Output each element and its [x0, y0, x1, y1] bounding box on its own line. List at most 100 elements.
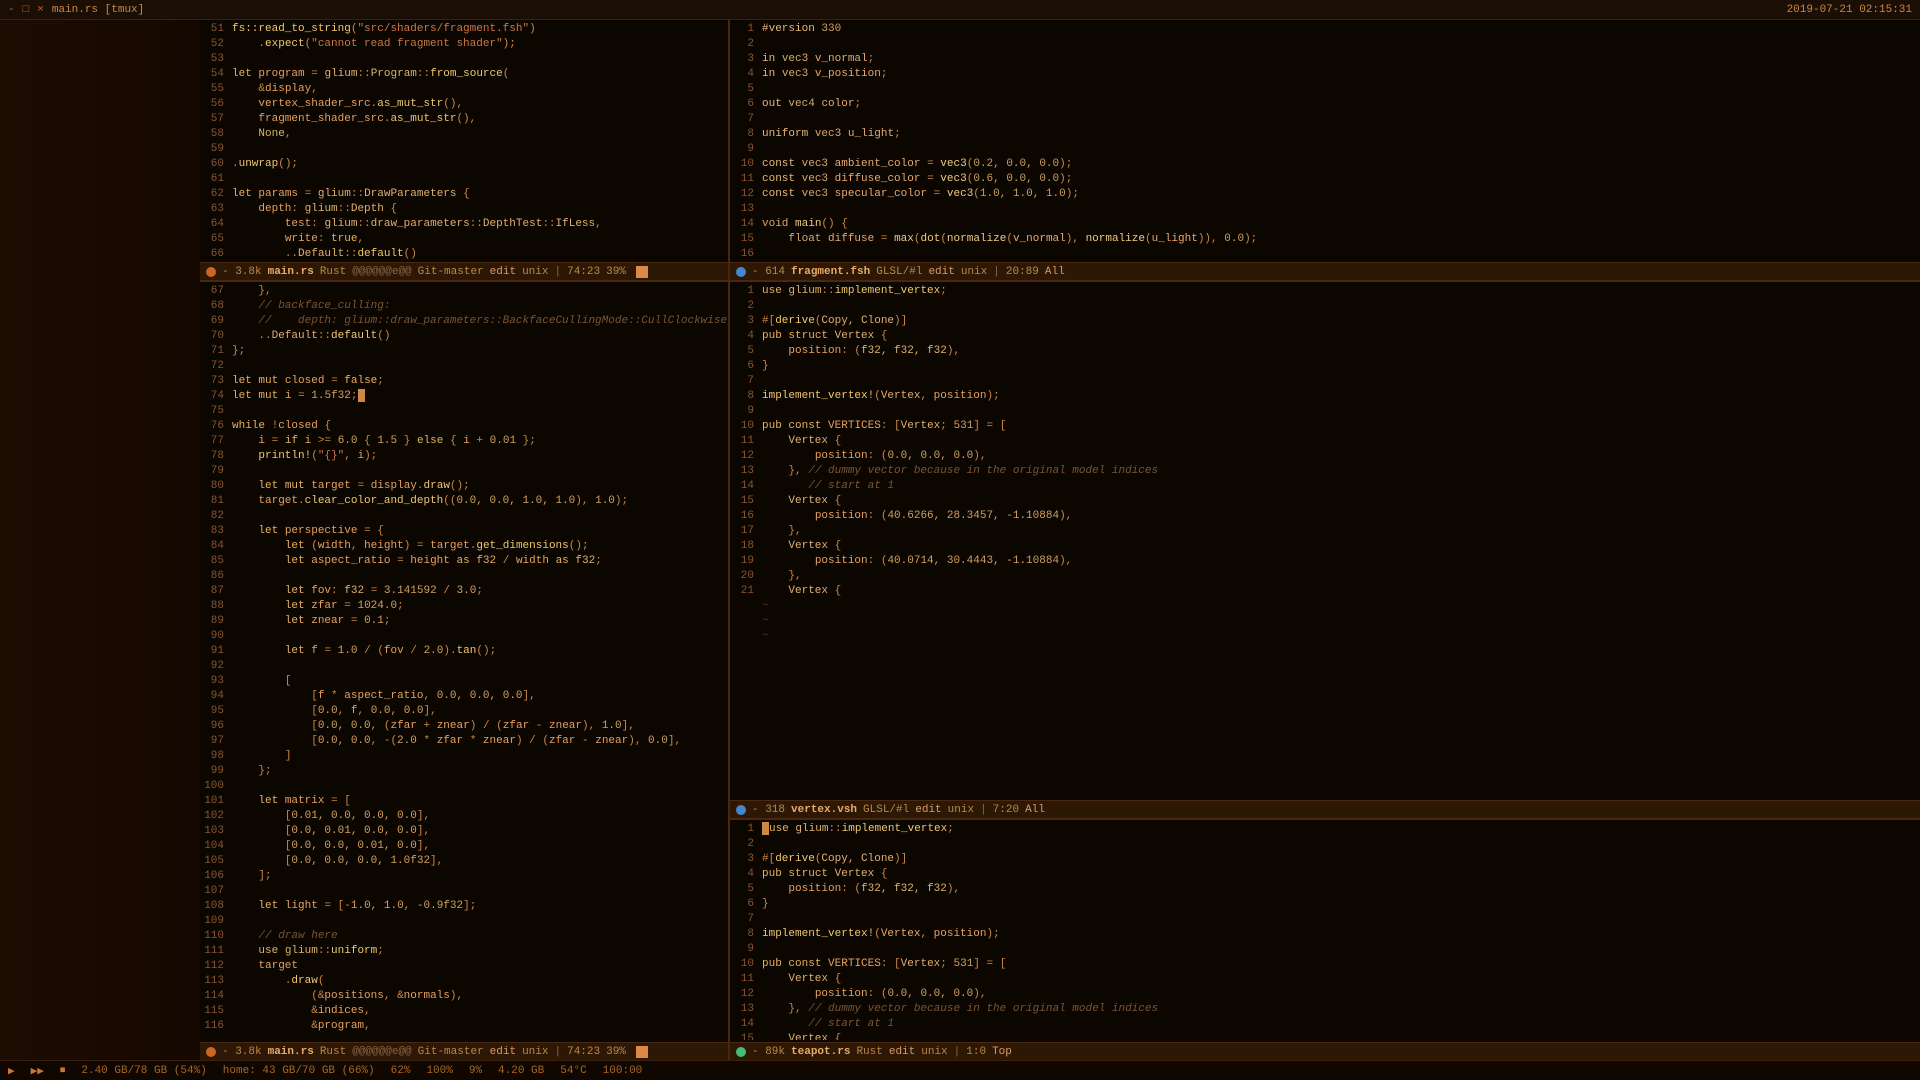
- code-line: 87 let fov: f32 = 3.141592 / 3.0;: [200, 584, 728, 599]
- code-teapot[interactable]: 1use glium::implement_vertex; 2 3#[deriv…: [730, 820, 1920, 1042]
- code-main-rs-bottom[interactable]: 67 }, 68 // backface_culling: 69 // dept…: [200, 282, 728, 1042]
- code-line: 20 },: [730, 569, 1920, 584]
- code-line: 2: [730, 299, 1920, 314]
- code-line: 58 None,: [200, 127, 728, 142]
- code-line: 12 position: (0.0, 0.0, 0.0),: [730, 987, 1920, 1002]
- branch: Git-master: [418, 266, 484, 278]
- code-line: 76while !closed {: [200, 419, 728, 434]
- play-button[interactable]: ▶: [8, 1064, 15, 1078]
- window-statusbar: ▶ ▶▶ ⏹ 2.40 GB/78 GB (54%) home: 43 GB/7…: [0, 1060, 1920, 1080]
- code-line: 112 target: [200, 959, 728, 974]
- scroll-pct: 39%: [606, 1046, 626, 1058]
- code-line: 104 [0.0, 0.0, 0.01, 0.0],: [200, 839, 728, 854]
- code-line: 54let program = glium::Program::from_sou…: [200, 67, 728, 82]
- code-line: 19 position: (40.0714, 30.4443, -1.10884…: [730, 554, 1920, 569]
- code-line: 60.unwrap();: [200, 157, 728, 172]
- code-line: 91 let f = 1.0 / (fov / 2.0).tan();: [200, 644, 728, 659]
- code-main-rs[interactable]: 51fs::read_to_string("src/shaders/fragme…: [200, 20, 728, 262]
- code-line: 17 },: [730, 524, 1920, 539]
- code-line: 15 Vertex {: [730, 494, 1920, 509]
- close-button[interactable]: ×: [37, 4, 44, 16]
- code-line: 92: [200, 659, 728, 674]
- flags: @@@@@@e@@: [352, 1046, 411, 1058]
- code-line: 4pub struct Vertex {: [730, 867, 1920, 882]
- line-count: - 3.8k: [222, 266, 262, 278]
- position: 7:20: [993, 804, 1019, 816]
- code-line: 111 use glium::uniform;: [200, 944, 728, 959]
- code-line: 52 .expect("cannot read fragment shader"…: [200, 37, 728, 52]
- all-label: All: [1045, 266, 1065, 278]
- code-line: 73let mut closed = false;: [200, 374, 728, 389]
- code-line: 18 Vertex {: [730, 539, 1920, 554]
- filename: teapot.rs: [791, 1046, 850, 1058]
- pane-main-rs: 51fs::read_to_string("src/shaders/fragme…: [200, 20, 730, 280]
- code-line: 12 position: (0.0, 0.0, 0.0),: [730, 449, 1920, 464]
- mode: edit: [928, 266, 954, 278]
- sidebar: [0, 20, 200, 1060]
- code-line: 72: [200, 359, 728, 374]
- skip-button[interactable]: ▶▶: [31, 1064, 44, 1078]
- code-vertex[interactable]: 1use glium::implement_vertex; 2 3#[deriv…: [730, 282, 1920, 800]
- statusbar-fragment-fsh: - 614 fragment.fsh GLSL/#l edit unix | 2…: [730, 262, 1920, 280]
- code-line: 1use glium::implement_vertex;: [730, 284, 1920, 299]
- filename: main.rs: [268, 1046, 314, 1058]
- encoding: unix: [522, 1046, 548, 1058]
- code-line: 8implement_vertex!(Vertex, position);: [730, 389, 1920, 404]
- flags: @@@@@@e@@: [352, 266, 411, 278]
- code-line: 12const vec3 specular_color = vec3(1.0, …: [730, 187, 1920, 202]
- code-line: 107: [200, 884, 728, 899]
- code-line: 4pub struct Vertex {: [730, 329, 1920, 344]
- code-line: 8implement_vertex!(Vertex, position);: [730, 927, 1920, 942]
- ram-usage: 2.40 GB/78 GB (54%): [81, 1065, 206, 1077]
- code-line: 106 ];: [200, 869, 728, 884]
- code-line: 15 Vertex {: [730, 1032, 1920, 1040]
- position: 74:23: [567, 1046, 600, 1058]
- code-line: 68 // backface_culling:: [200, 299, 728, 314]
- code-line: 10pub const VERTICES: [Vertex; 531] = [: [730, 419, 1920, 434]
- code-line: 62let params = glium::DrawParameters {: [200, 187, 728, 202]
- code-line: 59: [200, 142, 728, 157]
- code-line: 6out vec4 color;: [730, 97, 1920, 112]
- statusbar-main-rs: - 3.8k main.rs Rust @@@@@@e@@ Git-master…: [200, 262, 728, 280]
- code-line: ~~: [730, 599, 1920, 614]
- code-line: 90: [200, 629, 728, 644]
- stop-button[interactable]: ⏹: [60, 1065, 66, 1077]
- maximize-button[interactable]: □: [23, 4, 30, 16]
- pipe: |: [554, 266, 561, 278]
- line-count: - 89k: [752, 1046, 785, 1058]
- pane-vertex-vsh: 1use glium::implement_vertex; 2 3#[deriv…: [730, 282, 1920, 820]
- code-line: 75: [200, 404, 728, 419]
- pipe: |: [993, 266, 1000, 278]
- code-line: 113 .draw(: [200, 974, 728, 989]
- code-line: 6}: [730, 359, 1920, 374]
- window-title: main.rs [tmux]: [52, 4, 144, 16]
- pane-right-bottom: 1use glium::implement_vertex; 2 3#[deriv…: [730, 282, 1920, 1060]
- status-indicator: [736, 267, 746, 277]
- position: 74:23: [567, 266, 600, 278]
- code-line: 108 let light = [-1.0, 1.0, -0.9f32];: [200, 899, 728, 914]
- encoding: unix: [961, 266, 987, 278]
- statusbar-teapot-rs: - 89k teapot.rs Rust edit unix | 1:0 Top: [730, 1042, 1920, 1060]
- code-line: 69 // depth: glium::draw_parameters::Bac…: [200, 314, 728, 329]
- status-indicator: [736, 1047, 746, 1057]
- cpu-usage: 62%: [391, 1065, 411, 1077]
- code-line: 21 Vertex {: [730, 584, 1920, 599]
- encoding: unix: [921, 1046, 947, 1058]
- code-line: 51fs::read_to_string("src/shaders/fragme…: [200, 22, 728, 37]
- pipe: |: [554, 1046, 561, 1058]
- code-line: 80 let mut target = display.draw();: [200, 479, 728, 494]
- mode: edit: [490, 266, 516, 278]
- code-line: 10pub const VERTICES: [Vertex; 531] = [: [730, 957, 1920, 972]
- code-line: ~~: [730, 629, 1920, 644]
- lang: Rust: [856, 1046, 882, 1058]
- code-line: 3#[derive(Copy, Clone)]: [730, 852, 1920, 867]
- code-area-fragment: 1#version 330 2 3in vec3 v_normal; 4in v…: [730, 22, 1920, 260]
- code-fragment[interactable]: 1#version 330 2 3in vec3 v_normal; 4in v…: [730, 20, 1920, 262]
- code-line: 74let mut i = 1.5f32;: [200, 389, 728, 404]
- code-line: 109: [200, 914, 728, 929]
- minimize-button[interactable]: -: [8, 4, 15, 16]
- code-line: 71};: [200, 344, 728, 359]
- encoding: unix: [948, 804, 974, 816]
- mode: edit: [889, 1046, 915, 1058]
- pane-teapot-rs: 1use glium::implement_vertex; 2 3#[deriv…: [730, 820, 1920, 1060]
